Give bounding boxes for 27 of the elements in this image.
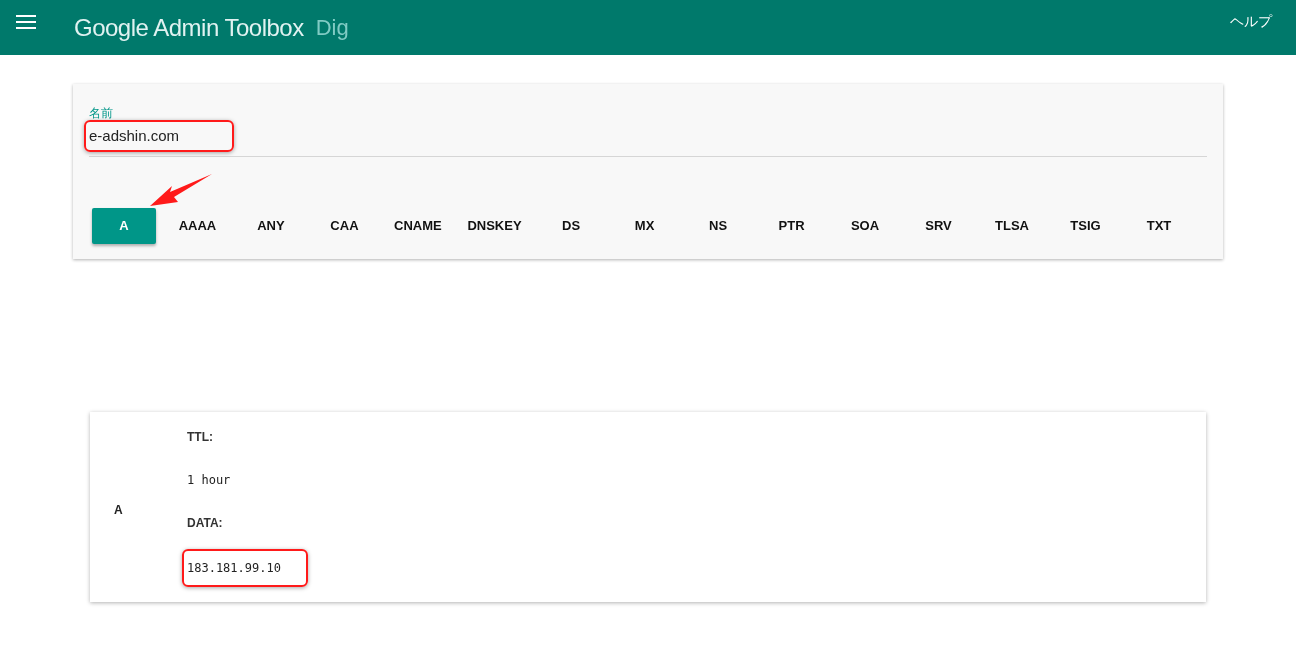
field-value: 183.181.99.10 [187, 559, 282, 577]
field-label: 名前 [89, 106, 114, 120]
record-type-tab[interactable]: CNAME [385, 208, 450, 244]
record-type-tab[interactable]: AAAA [165, 208, 230, 244]
record-type-tab[interactable]: NS [686, 208, 751, 244]
record-type-tab[interactable]: DS [539, 208, 604, 244]
help-link[interactable]: ヘルプ [1230, 11, 1272, 32]
record-type-tab[interactable]: TLSA [980, 208, 1044, 244]
record-type-tab[interactable]: A [92, 208, 156, 244]
record-type: A [113, 501, 124, 519]
record-type-tab[interactable]: MX [612, 208, 677, 244]
field-value: e-adshin.com [89, 127, 181, 144]
record-type-tab[interactable]: SRV [906, 208, 971, 244]
record-type-tab[interactable]: PTR [759, 208, 824, 244]
page-subtitle: Dig [315, 14, 349, 42]
menu-icon[interactable] [16, 14, 36, 29]
record-type-tab[interactable]: TSIG [1053, 208, 1118, 244]
record-type-tab[interactable]: CAA [312, 208, 377, 244]
field-value: 1 hour [187, 471, 232, 489]
name-field[interactable]: 名前 e-adshin.com [89, 106, 1207, 157]
app-title: Google Admin Toolbox [74, 12, 304, 43]
record-type-tab[interactable]: DNSKEY [459, 208, 530, 244]
record-type-tab[interactable]: ANY [238, 208, 303, 244]
field-heading: DATA: [187, 514, 224, 532]
record-type-tab[interactable]: SOA [833, 208, 898, 244]
record-type-tab[interactable]: TXT [1126, 208, 1191, 244]
field-heading: TTL: [187, 428, 214, 446]
